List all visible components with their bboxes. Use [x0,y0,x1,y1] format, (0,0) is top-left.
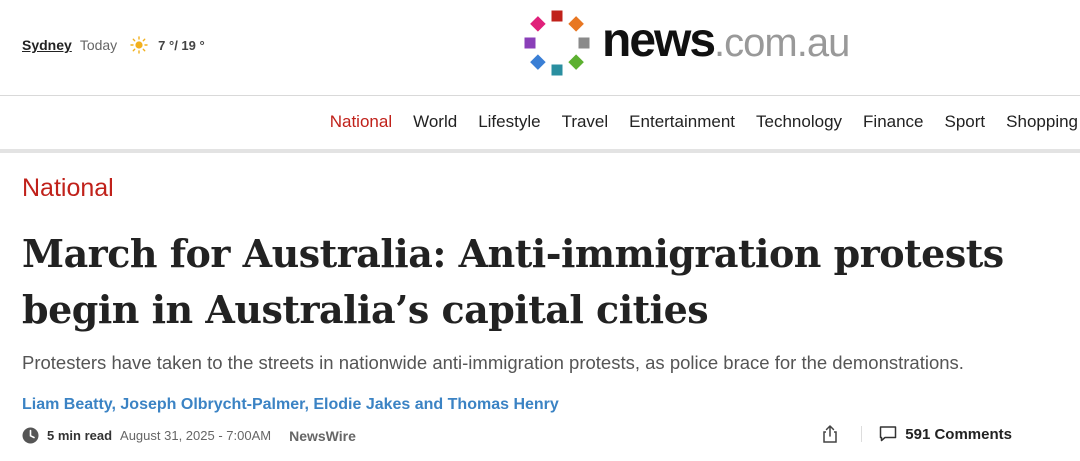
logo-mark-icon [524,10,590,76]
logo-name: news [602,13,716,67]
site-header: Sydney Today 7 °/ 19 ° news.com.au [0,0,1080,95]
nav-item-world[interactable]: World [392,112,457,132]
logo-square [530,54,546,70]
nav-item-lifestyle[interactable]: Lifestyle [457,112,540,132]
nav-item-national[interactable]: National [309,112,392,132]
article-headline: March for Australia: Anti-immigration pr… [22,231,1004,332]
nav-item-finance[interactable]: Finance [842,112,923,132]
author-link[interactable]: Liam Beatty [22,396,112,413]
sun-icon [130,36,148,54]
header-divider [0,95,1080,96]
author-link[interactable]: Joseph Olbrycht-Palmer [120,396,304,413]
read-time: 5 min read [47,428,113,443]
author-link[interactable]: Thomas Henry [448,396,559,413]
logo-square [568,54,584,70]
comments-count: 591 Comments [905,425,1012,443]
logo-square [551,64,563,76]
share-icon[interactable] [821,424,839,444]
nav-divider [0,149,1080,153]
publish-date: August 31, 2025 - 7:00AM [120,428,272,443]
logo-square [578,37,590,49]
weather-day-label: Today [79,37,118,53]
logo-square [524,37,536,49]
section-label[interactable]: National [22,174,114,203]
weather-widget: Sydney Today 7 °/ 19 ° [22,36,205,54]
logo-square [568,16,584,32]
author-link[interactable]: Elodie Jakes [313,396,410,413]
article-source: NewsWire [289,427,356,444]
comments-button[interactable]: 591 Comments [879,425,1012,443]
actions-separator [861,426,863,442]
logo-square [530,16,546,32]
nav-item-sport[interactable]: Sport [924,112,986,132]
nav-item-shopping[interactable]: Shopping [985,112,1078,132]
logo-domain: .com.au [714,20,850,65]
main-nav: National World Lifestyle Travel Entertainmen… [309,112,1078,132]
weather-temperature: 7 °/ 19 ° [158,37,205,53]
weather-city-link[interactable]: Sydney [22,37,72,53]
article-standfirst: Protesters have taken to the streets in … [22,352,964,373]
nav-item-travel[interactable]: Travel [541,112,609,132]
article-authors: Liam Beatty, Joseph Olbrycht-Palmer, Elo… [22,396,559,413]
article-actions: 591 Comments [821,424,1012,444]
logo-square [551,10,563,22]
logo-wordmark: news.com.au [602,13,850,68]
site-logo[interactable]: news.com.au [520,6,850,80]
nav-item-technology[interactable]: Technology [735,112,842,132]
clock-icon [22,427,39,444]
comment-icon [880,426,897,442]
nav-item-entertainment[interactable]: Entertainment [608,112,735,132]
article-meta: 5 min read August 31, 2025 - 7:00AM News… [22,427,356,444]
